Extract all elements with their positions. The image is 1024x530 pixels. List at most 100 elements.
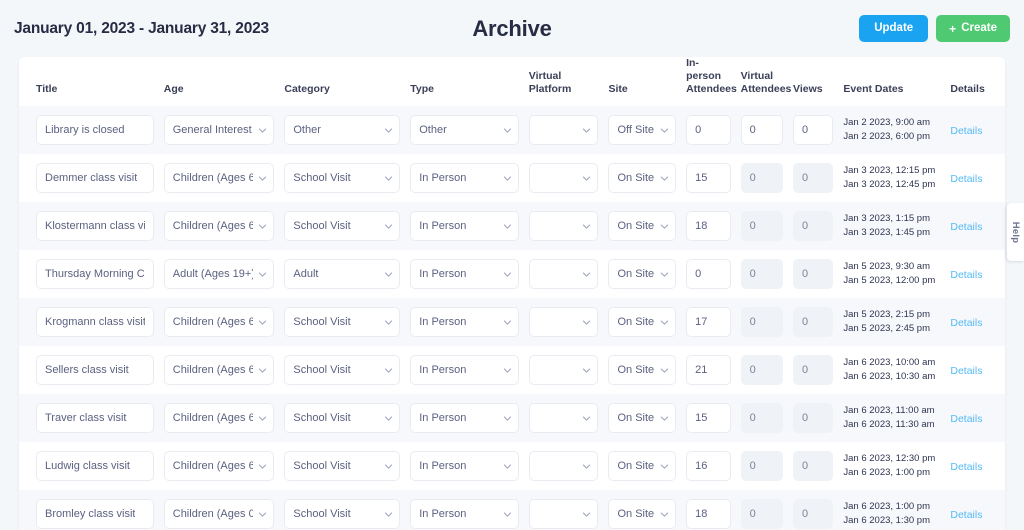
- age-select[interactable]: Children (Ages 6-: [163, 451, 275, 482]
- help-tab[interactable]: Help: [1007, 203, 1024, 261]
- chevron-down-icon: [581, 509, 592, 520]
- virtual-platform-select[interactable]: [528, 115, 599, 146]
- in-person-attendees-input[interactable]: 21: [686, 355, 731, 386]
- chevron-down-icon: [502, 365, 513, 376]
- age-select[interactable]: Children (Ages 0-: [163, 499, 275, 530]
- cell-virtual-platform: [528, 490, 609, 530]
- views-input[interactable]: 0: [793, 115, 834, 146]
- category-select[interactable]: School Visit: [284, 403, 401, 434]
- details-link[interactable]: Details: [950, 269, 982, 281]
- title-input[interactable]: Thursday Morning Co: [36, 259, 154, 290]
- chevron-down-icon: [383, 269, 394, 280]
- details-link[interactable]: Details: [950, 221, 982, 233]
- site-select[interactable]: On Site: [608, 307, 677, 338]
- virtual-platform-select[interactable]: [528, 403, 599, 434]
- chevron-down-icon: [659, 221, 670, 232]
- site-select[interactable]: On Site: [608, 163, 677, 194]
- cell-virtual-attendees: 0: [740, 250, 793, 298]
- title-input[interactable]: Bromley class visit: [36, 499, 154, 530]
- category-select[interactable]: School Visit: [284, 355, 401, 386]
- type-select[interactable]: In Person: [410, 499, 519, 530]
- title-input[interactable]: Traver class visit: [36, 403, 154, 434]
- in-person-attendees-input[interactable]: 15: [686, 403, 731, 434]
- in-person-attendees-input[interactable]: 18: [686, 211, 731, 242]
- details-link[interactable]: Details: [950, 461, 982, 473]
- category-select[interactable]: Other: [284, 115, 401, 146]
- category-select[interactable]: School Visit: [284, 163, 401, 194]
- column-header-age: Age: [163, 57, 285, 107]
- update-button[interactable]: Update: [859, 15, 929, 42]
- type-select[interactable]: In Person: [410, 403, 519, 434]
- column-header-type: Type: [410, 57, 529, 107]
- type-select[interactable]: In Person: [410, 307, 519, 338]
- in-person-attendees-input[interactable]: 18: [686, 499, 731, 530]
- create-button-label: Create: [961, 21, 997, 34]
- cell-virtual-attendees: 0: [740, 106, 793, 154]
- details-link[interactable]: Details: [950, 413, 982, 425]
- event-date-start: Jan 6 2023, 12:30 pm: [843, 452, 936, 464]
- category-select[interactable]: School Visit: [284, 211, 401, 242]
- in-person-attendees-input[interactable]: 0: [686, 115, 731, 146]
- site-select[interactable]: On Site: [608, 355, 677, 386]
- site-select[interactable]: Off Site: [608, 115, 677, 146]
- category-select[interactable]: Adult: [284, 259, 401, 290]
- virtual-platform-select[interactable]: [528, 163, 599, 194]
- type-select[interactable]: In Person: [410, 259, 519, 290]
- age-select[interactable]: Children (Ages 6-: [163, 163, 275, 194]
- cell-type: In Person: [410, 202, 529, 250]
- type-select[interactable]: In Person: [410, 163, 519, 194]
- cell-in-person-attendees: 0: [686, 250, 741, 298]
- title-input[interactable]: Ludwig class visit: [36, 451, 154, 482]
- cell-event-dates: Jan 6 2023, 12:30 pm Jan 6 2023, 1:00 pm: [843, 442, 950, 490]
- type-select[interactable]: Other: [410, 115, 519, 146]
- virtual-platform-select[interactable]: [528, 355, 599, 386]
- type-select[interactable]: In Person: [410, 355, 519, 386]
- category-select[interactable]: School Visit: [284, 451, 401, 482]
- details-link[interactable]: Details: [950, 173, 982, 185]
- virtual-platform-select[interactable]: [528, 451, 599, 482]
- views-value: 0: [802, 172, 809, 185]
- details-link[interactable]: Details: [950, 509, 982, 521]
- title-input[interactable]: Klostermann class vis: [36, 211, 154, 242]
- title-input[interactable]: Demmer class visit: [36, 163, 154, 194]
- virtual-platform-select[interactable]: [528, 211, 599, 242]
- site-select[interactable]: On Site: [608, 403, 677, 434]
- site-select[interactable]: On Site: [608, 499, 677, 530]
- details-link[interactable]: Details: [950, 125, 982, 137]
- chevron-down-icon: [581, 125, 592, 136]
- title-input[interactable]: Library is closed: [36, 115, 154, 146]
- event-dates: Jan 5 2023, 2:15 pm Jan 5 2023, 2:45 pm: [843, 308, 940, 337]
- age-select[interactable]: Children (Ages 6-: [163, 307, 275, 338]
- age-select[interactable]: Adult (Ages 19+): [163, 259, 275, 290]
- virtual-platform-select[interactable]: [528, 307, 599, 338]
- site-select[interactable]: On Site: [608, 211, 677, 242]
- cell-category: Other: [284, 106, 410, 154]
- in-person-attendees-input[interactable]: 17: [686, 307, 731, 338]
- category-select[interactable]: School Visit: [284, 307, 401, 338]
- details-link[interactable]: Details: [950, 365, 982, 377]
- age-select[interactable]: General Interest: [163, 115, 275, 146]
- category-select[interactable]: School Visit: [284, 499, 401, 530]
- in-person-attendees-input[interactable]: 15: [686, 163, 731, 194]
- virtual-platform-select[interactable]: [528, 259, 599, 290]
- create-button[interactable]: + Create: [936, 15, 1010, 42]
- age-select[interactable]: Children (Ages 6-: [163, 211, 275, 242]
- age-select[interactable]: Children (Ages 6-: [163, 355, 275, 386]
- type-select[interactable]: In Person: [410, 211, 519, 242]
- in-person-attendees-value: 15: [695, 412, 708, 425]
- in-person-attendees-input[interactable]: 16: [686, 451, 731, 482]
- virtual-attendees-input[interactable]: 0: [740, 115, 784, 146]
- type-select[interactable]: In Person: [410, 451, 519, 482]
- site-select[interactable]: On Site: [608, 259, 677, 290]
- cell-details: Details: [950, 442, 1005, 490]
- virtual-platform-select[interactable]: [528, 499, 599, 530]
- age-select[interactable]: Children (Ages 6-: [163, 403, 275, 434]
- virtual-attendees-value: 0: [749, 220, 756, 233]
- in-person-attendees-input[interactable]: 0: [686, 259, 731, 290]
- title-input[interactable]: Sellers class visit: [36, 355, 154, 386]
- in-person-attendees-value: 17: [695, 316, 708, 329]
- site-select[interactable]: On Site: [608, 451, 677, 482]
- details-link[interactable]: Details: [950, 317, 982, 329]
- title-input[interactable]: Krogmann class visit: [36, 307, 154, 338]
- in-person-attendees-value: 16: [695, 460, 708, 473]
